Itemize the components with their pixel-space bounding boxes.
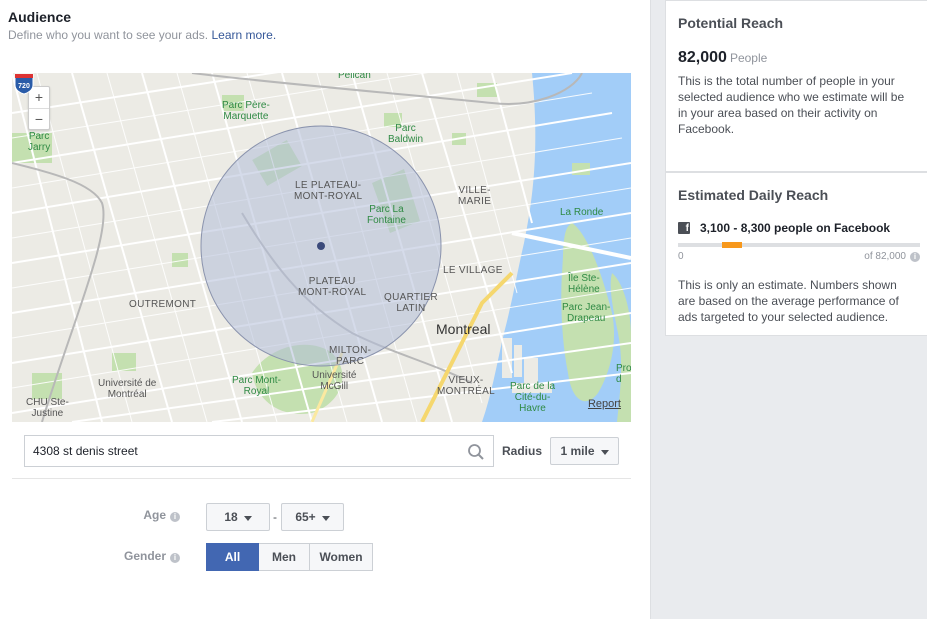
gender-label: Gender [123,549,166,563]
map-label-parc-pere-marquette: Parc Père- Marquette [222,100,270,122]
daily-reach-card: Estimated Daily Reach f 3,100 - 8,300 pe… [665,172,927,336]
potential-reach-title: Potential Reach [678,15,784,31]
daily-reach-scale: 0 of 82,000 i [678,251,920,265]
map-label-vieux-montreal: VIEUX- MONTRÉAL [437,375,495,397]
scale-min: 0 [678,251,684,262]
map-label-ville-marie: VILLE- MARIE [458,185,492,207]
map-label-le-village: LE VILLAGE [443,265,503,276]
map-label-chu-ste-justine: CHU Ste- Justine [26,397,69,419]
location-search-box [24,435,494,467]
radius-dropdown[interactable]: 1 mile [550,437,619,465]
radius-value: 1 mile [560,444,595,458]
potential-reach-unit: People [729,51,768,65]
map-label-pro-edge: Pro d [616,363,631,385]
map-label-outremont: OUTREMONT [129,299,197,310]
map-label-la-ronde: La Ronde [560,207,604,218]
map-label-parc-jarry: Parc Jarry [28,131,51,153]
learn-more-link[interactable]: Learn more. [211,28,276,42]
age-separator: - [273,510,277,524]
map-label-montreal: Montreal [436,321,491,337]
potential-reach-card: Potential Reach 82,000 People This is the… [665,0,927,172]
gender-option-women[interactable]: Women [310,543,373,571]
potential-reach-description: This is the total number of people in yo… [678,74,905,136]
audience-title: Audience [8,9,72,25]
age-min-value: 18 [224,510,238,524]
age-min-dropdown[interactable]: 18 [206,503,270,531]
age-label: Age [143,508,166,522]
daily-reach-bar-fill [722,242,743,248]
search-icon[interactable] [467,443,485,461]
chevron-down-icon [321,515,330,521]
map-label-milton-parc: MILTON- PARC [329,345,372,367]
facebook-icon: f [678,222,690,234]
audience-panel: Audience Define who you want to see your… [0,0,650,619]
map-label-parc-la-fontaine: Parc La Fontaine [367,204,406,226]
daily-reach-range: 3,100 - 8,300 people on Facebook [700,221,891,235]
radius-label: Radius [502,444,543,458]
section-divider [12,478,631,479]
daily-reach-title: Estimated Daily Reach [678,187,829,203]
audience-subtitle: Define who you want to see your ads. Lea… [8,28,276,42]
map-label-parc-baldwin: Parc Baldwin [388,123,424,145]
zoom-out-button[interactable]: − [29,108,49,129]
location-search-input[interactable] [33,444,453,458]
map-label-parc-mont-royal: Parc Mont- Royal [232,375,281,397]
gender-option-all[interactable]: All [206,543,259,571]
daily-reach-bar [678,242,920,248]
location-pin [317,242,325,250]
age-max-value: 65+ [295,510,316,524]
map-label-pelican: Pelican [338,73,371,81]
chevron-down-icon [600,449,609,455]
highway-shield-number: 720 [18,83,30,90]
audience-subtitle-text: Define who you want to see your ads. [8,28,209,42]
scale-max: of 82,000 [864,251,906,262]
map-label-parc-jean-drapeau: Parc Jean- Drapeau [562,302,611,324]
gender-field-label: Gender i [120,549,180,563]
highway-720-shield-icon: 720 [14,73,34,95]
map-label-universite-mcgill: Université McGill [312,370,357,392]
map-label-universite-de-montreal: Université de Montréal [98,378,157,400]
gender-selector: All Men Women [206,543,373,571]
reach-sidebar: Potential Reach 82,000 People This is the… [650,0,927,619]
map-label-parc-cite-du-havre: Parc de la Cité-du- Havre [510,381,556,414]
info-icon[interactable]: i [170,512,180,522]
map-report-link[interactable]: Report [588,398,621,410]
info-icon[interactable]: i [170,553,180,563]
map-label-plateau-mont-royal: PLATEAU MONT-ROYAL [298,276,367,298]
map-label-le-plateau-mont-royal: LE PLATEAU- MONT-ROYAL [294,180,363,202]
potential-reach-figure: 82,000 People [678,49,916,67]
daily-reach-description: This is only an estimate. Numbers shown … [678,278,899,324]
location-map[interactable]: + − Pelican Parc Père- Marquette Parc Ja… [12,73,631,422]
chevron-down-icon [243,515,252,521]
map-label-ile-ste-helene: Île Ste- Hélène [568,273,600,295]
map-label-quartier-latin: QUARTIER LATIN [384,292,438,314]
daily-reach-range-row: f 3,100 - 8,300 people on Facebook [678,221,916,235]
gender-option-men[interactable]: Men [259,543,310,571]
age-field-label: Age i [120,508,180,522]
age-max-dropdown[interactable]: 65+ [281,503,344,531]
scale-max-group: of 82,000 i [864,251,920,262]
potential-reach-number: 82,000 [678,49,727,66]
info-icon[interactable]: i [910,252,920,262]
